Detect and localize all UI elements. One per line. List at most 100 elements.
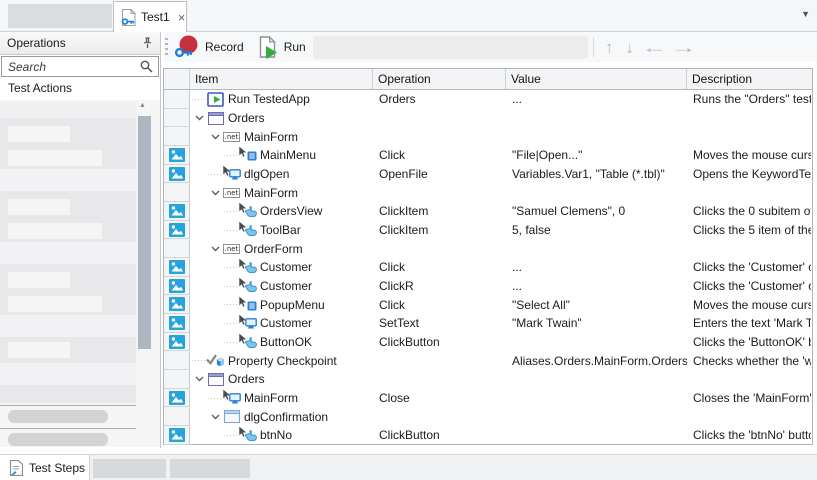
- sidebar-button-placeholder[interactable]: [8, 410, 108, 423]
- close-icon[interactable]: ×: [178, 10, 186, 25]
- tab-test-steps[interactable]: Test Steps: [0, 455, 90, 480]
- column-header-item[interactable]: Item: [190, 69, 373, 89]
- pin-icon[interactable]: [142, 37, 153, 49]
- step-item-label: ButtonOK: [257, 335, 312, 349]
- move-left-arrow-icon[interactable]: ←: [641, 39, 667, 56]
- move-up-arrow-icon[interactable]: ↑: [605, 39, 614, 56]
- inactive-tab-placeholder[interactable]: [8, 4, 112, 28]
- screenshot-cell[interactable]: [164, 314, 190, 333]
- screenshot-cell: [164, 183, 190, 202]
- value-cell: Aliases.Orders.MainForm.OrdersVi...: [506, 351, 687, 370]
- test-step-row[interactable]: CustomerClick...Clicks the 'Customer' ob…: [164, 258, 812, 277]
- chevron-expanded-icon[interactable]: [208, 414, 222, 420]
- test-step-row[interactable]: dlgConfirmation: [164, 407, 812, 426]
- screenshot-column-header[interactable]: [164, 69, 190, 89]
- test-step-row[interactable]: CustomerSetText"Mark Twain"Enters the te…: [164, 314, 812, 333]
- test-step-row[interactable]: Orders: [164, 370, 812, 389]
- chevron-expanded-icon[interactable]: [208, 190, 222, 196]
- test-step-row[interactable]: ButtonOK ClickButton Clicks the 'ButtonOK'…: [164, 333, 812, 352]
- move-down-arrow-icon[interactable]: ↓: [626, 39, 635, 56]
- test-step-row[interactable]: .netOrderForm: [164, 239, 812, 258]
- test-step-row[interactable]: dlgOpenOpenFileVariables.Var1, "Table (*…: [164, 165, 812, 184]
- run-button[interactable]: Run: [252, 33, 314, 61]
- test-step-row[interactable]: .netMainForm: [164, 183, 812, 202]
- test-step-row[interactable]: ToolBarClickItem5, falseClicks the 5 ite…: [164, 221, 812, 240]
- move-right-arrow-icon[interactable]: →: [670, 39, 696, 56]
- scrollbar-thumb[interactable]: [138, 116, 151, 349]
- test-step-row[interactable]: Orders: [164, 109, 812, 128]
- operation-item-placeholder: [0, 337, 136, 363]
- column-header-description[interactable]: Description: [687, 69, 811, 89]
- description-cell: Clicks the 'ButtonOK' bu...: [687, 333, 811, 352]
- tab-test1[interactable]: Test1 ×: [113, 1, 187, 32]
- item-cell: .netOrderForm: [190, 239, 373, 258]
- chevron-expanded-icon[interactable]: [208, 134, 222, 140]
- operations-panel-header: Operations: [0, 32, 160, 55]
- test-step-row[interactable]: MainFormCloseCloses the 'MainForm' w...: [164, 389, 812, 408]
- screenshot-cell[interactable]: [164, 165, 190, 184]
- sidebar-scrollbar[interactable]: [137, 116, 152, 447]
- record-button[interactable]: Record: [168, 33, 252, 61]
- menu-icon: [247, 300, 257, 314]
- tab-list-dropdown-icon[interactable]: ▼: [801, 9, 810, 19]
- inactive-bottom-tab-placeholder[interactable]: [170, 459, 250, 478]
- scroll-up-icon[interactable]: ▲: [139, 102, 146, 109]
- description-cell: [687, 239, 811, 258]
- item-cell: Customer: [190, 277, 373, 296]
- screenshot-cell[interactable]: [164, 221, 190, 240]
- screenshot-thumbnail-icon[interactable]: [169, 428, 185, 442]
- test-step-row[interactable]: btnNoClickButtonClicks the 'btnNo' butto…: [164, 426, 812, 445]
- description-cell: Clicks the 'Customer' ob...: [687, 277, 811, 296]
- screenshot-cell[interactable]: [164, 295, 190, 314]
- search-input[interactable]: [1, 56, 159, 77]
- test-step-row[interactable]: OrdersViewClickItem"Samuel Clemens", 0Cl…: [164, 202, 812, 221]
- item-cell: Customer: [190, 314, 373, 333]
- tree-connector: [224, 435, 238, 436]
- cursor-menu-icon: [238, 297, 257, 313]
- operation-item-placeholder-bar: [8, 199, 70, 215]
- screenshot-thumbnail-icon[interactable]: [169, 316, 185, 330]
- value-cell: "Samuel Clemens", 0: [506, 202, 687, 221]
- search-icon[interactable]: [140, 60, 153, 73]
- screenshot-thumbnail-icon[interactable]: [169, 279, 185, 293]
- screenshot-cell[interactable]: [164, 258, 190, 277]
- test-step-row[interactable]: CustomerClickR...Clicks the 'Customer' o…: [164, 277, 812, 296]
- screenshot-thumbnail-icon[interactable]: [169, 260, 185, 274]
- screenshot-thumbnail-icon[interactable]: [169, 297, 185, 311]
- test-step-row[interactable]: Property CheckpointAliases.Orders.MainFo…: [164, 351, 812, 370]
- item-cell: MainForm: [190, 389, 373, 408]
- operation-cell: ClickButton: [373, 333, 506, 352]
- screenshot-thumbnail-icon[interactable]: [169, 148, 185, 162]
- chevron-expanded-icon[interactable]: [192, 115, 206, 121]
- hand-icon: [245, 430, 257, 444]
- operation-item-placeholder: [0, 118, 136, 169]
- test-step-row[interactable]: Run TestedAppOrders...Runs the "Orders" …: [164, 90, 812, 109]
- screenshot-thumbnail-icon[interactable]: [169, 391, 185, 405]
- screenshot-cell[interactable]: [164, 202, 190, 221]
- run-label: Run: [284, 40, 306, 54]
- test-toolbar: Record Run ↑ ↓ ← →: [163, 32, 817, 62]
- screenshot-cell[interactable]: [164, 333, 190, 352]
- screenshot-thumbnail-icon[interactable]: [169, 167, 185, 181]
- category-test-actions[interactable]: Test Actions: [0, 77, 160, 99]
- screenshot-cell[interactable]: [164, 426, 190, 445]
- screenshot-cell[interactable]: [164, 389, 190, 408]
- screenshot-thumbnail-icon[interactable]: [169, 204, 185, 218]
- step-item-label: Orders: [225, 372, 265, 386]
- chevron-expanded-icon[interactable]: [208, 246, 222, 252]
- column-header-operation[interactable]: Operation: [373, 69, 506, 89]
- chevron-expanded-icon[interactable]: [192, 376, 206, 382]
- screenshot-cell[interactable]: [164, 277, 190, 296]
- value-cell: [506, 239, 687, 258]
- value-cell: [506, 183, 687, 202]
- test-step-row[interactable]: PopupMenuClick"Select All"Moves the mous…: [164, 295, 812, 314]
- screenshot-thumbnail-icon[interactable]: [169, 335, 185, 349]
- sidebar-button-placeholder[interactable]: [8, 433, 108, 446]
- screenshot-thumbnail-icon[interactable]: [169, 223, 185, 237]
- column-header-value[interactable]: Value: [506, 69, 687, 89]
- test-step-row[interactable]: .netMainForm: [164, 127, 812, 146]
- inactive-bottom-tab-placeholder[interactable]: [93, 459, 166, 478]
- description-cell: [687, 109, 811, 128]
- test-step-row[interactable]: MainMenuClick"File|Open..."Moves the mou…: [164, 146, 812, 165]
- screenshot-cell[interactable]: [164, 146, 190, 165]
